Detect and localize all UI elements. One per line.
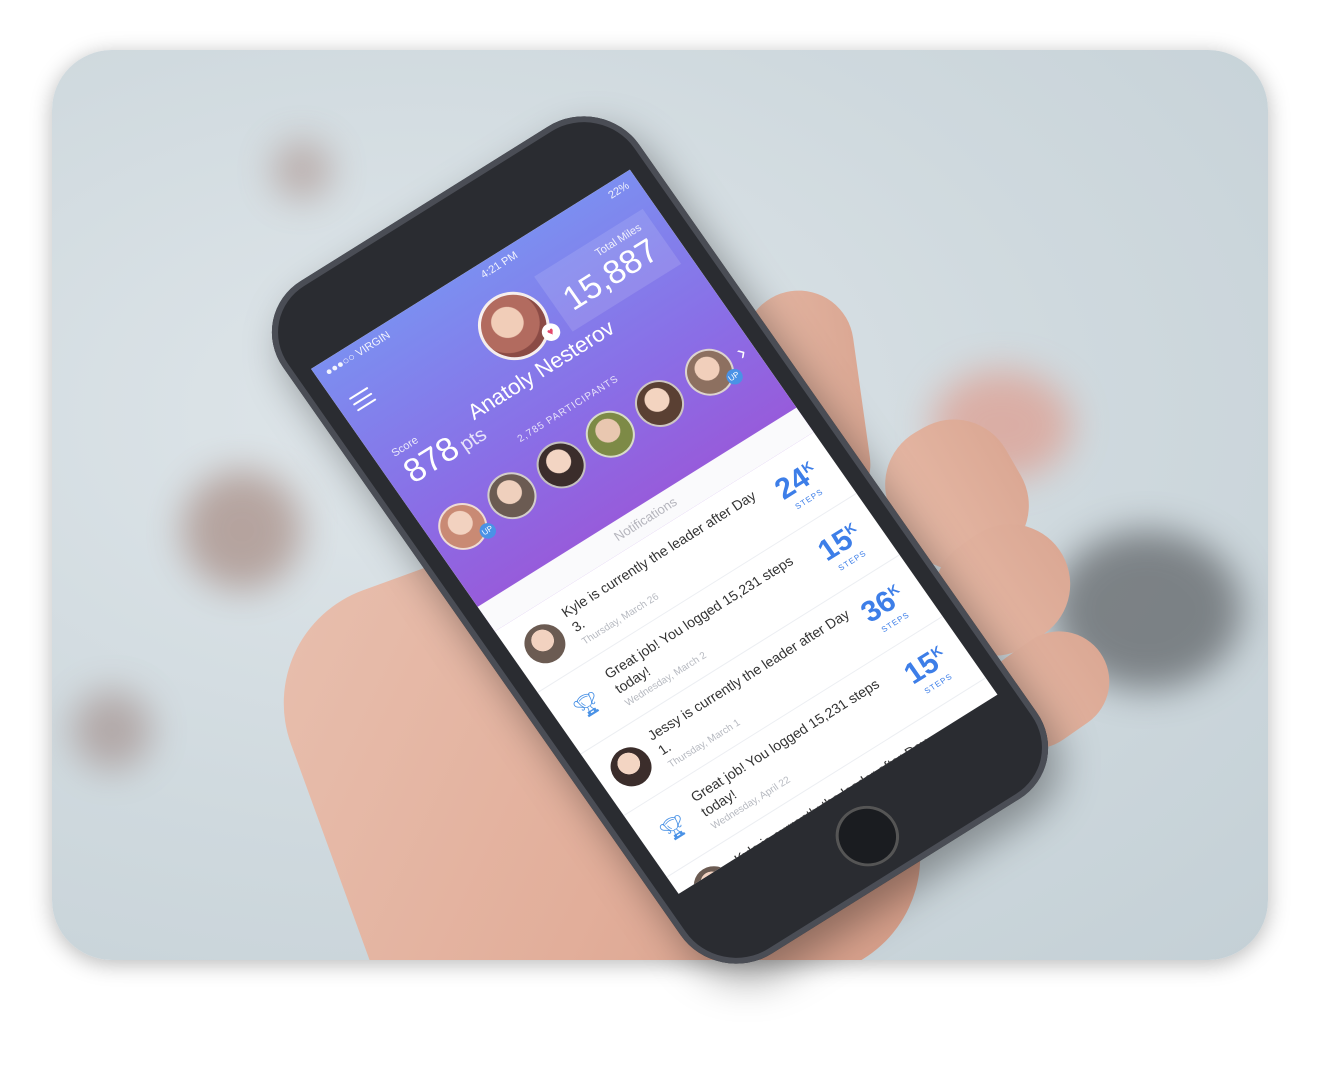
participant-avatar[interactable] bbox=[477, 463, 547, 529]
carrier-text: ●●●○○ VIRGIN bbox=[322, 329, 393, 379]
participant-avatar[interactable]: UP bbox=[675, 340, 746, 405]
participant-avatar[interactable] bbox=[527, 432, 596, 498]
user-avatar-icon bbox=[516, 616, 574, 671]
home-button[interactable] bbox=[823, 794, 912, 878]
user-name: Anatoly Nesterov bbox=[462, 315, 620, 425]
heart-icon: ♥ bbox=[538, 320, 564, 345]
badge-up: UP bbox=[722, 366, 746, 388]
app-screen: ●●●○○ VIRGIN 4:21 PM 22% Total Miles 15,… bbox=[311, 169, 998, 894]
menu-icon[interactable] bbox=[346, 383, 380, 416]
steps-count: 24K bbox=[940, 702, 988, 752]
user-avatar-icon bbox=[685, 858, 743, 894]
clock-text: 4:21 PM bbox=[478, 249, 521, 282]
trophy-icon: 🏆︎ bbox=[568, 687, 607, 723]
background-blob bbox=[272, 140, 332, 200]
chevron-right-icon[interactable]: › bbox=[731, 340, 752, 365]
participant-avatar[interactable]: UP bbox=[428, 494, 500, 559]
badge-up: UP bbox=[476, 520, 500, 542]
background-blob bbox=[72, 690, 152, 770]
battery-text: 22% bbox=[606, 179, 632, 202]
participant-avatar[interactable] bbox=[625, 370, 695, 436]
user-avatar-icon bbox=[602, 739, 660, 794]
trophy-icon: 🏆︎ bbox=[654, 810, 693, 846]
participant-avatar[interactable] bbox=[576, 401, 645, 467]
